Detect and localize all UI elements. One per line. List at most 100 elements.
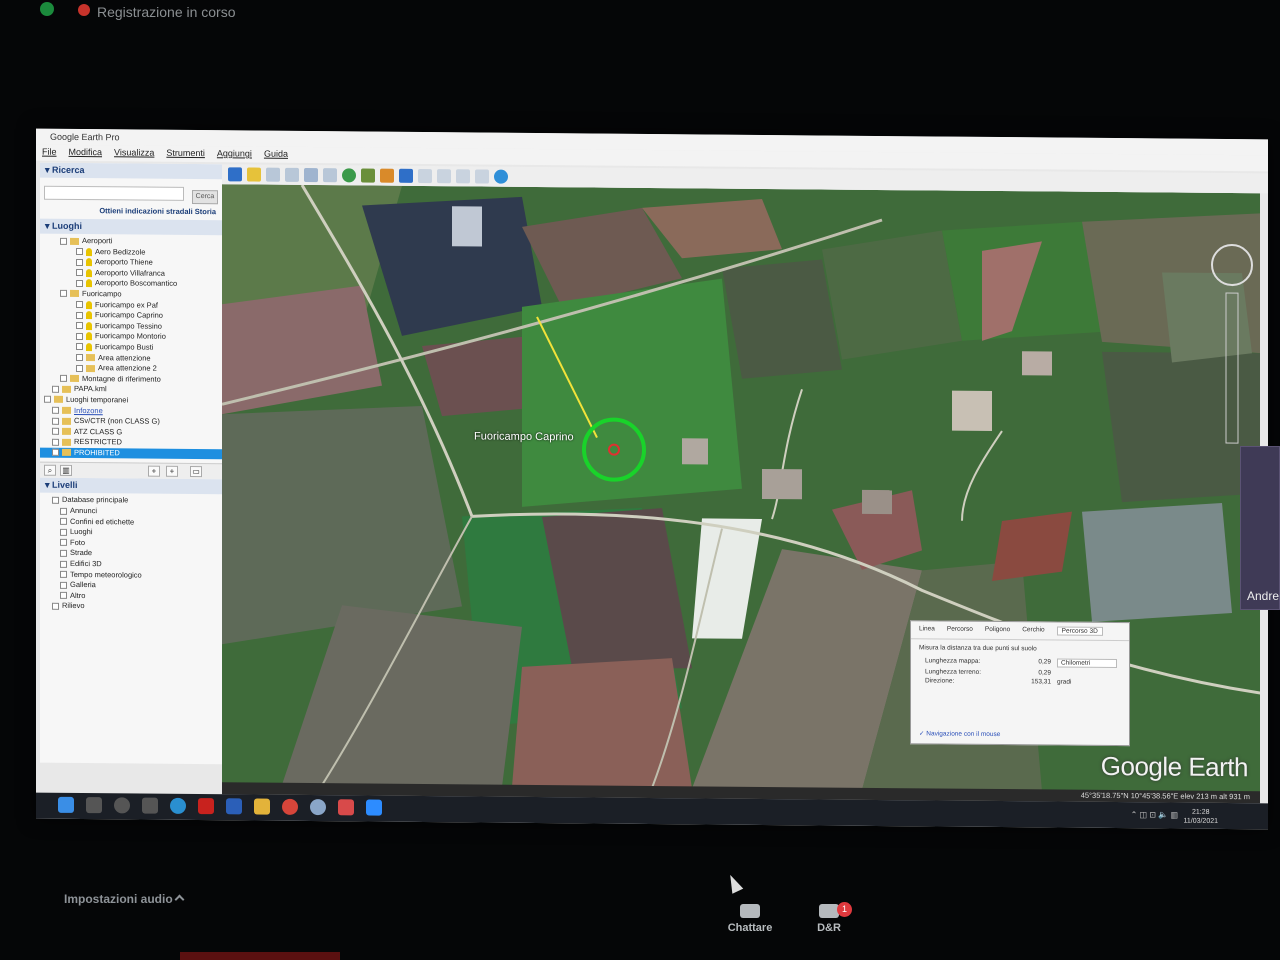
checkbox[interactable]: [60, 237, 67, 245]
search-icon[interactable]: [86, 797, 102, 814]
checkbox[interactable]: [60, 560, 67, 568]
path-tool-icon[interactable]: [285, 167, 299, 182]
start-icon[interactable]: [58, 796, 74, 813]
menu-guida[interactable]: Guida: [264, 149, 288, 161]
word-icon[interactable]: [226, 798, 242, 815]
checkbox[interactable]: [76, 354, 83, 362]
maps-icon[interactable]: [475, 169, 489, 184]
chrome-icon[interactable]: [282, 798, 298, 815]
sidebar-toggle-icon[interactable]: [228, 167, 242, 182]
checkbox[interactable]: [52, 385, 59, 393]
ruler-tab[interactable]: Percorso: [947, 626, 973, 635]
checkbox[interactable]: [60, 592, 67, 600]
edge-icon[interactable]: [170, 797, 186, 814]
unit-select[interactable]: Chilometri: [1057, 658, 1117, 669]
checkbox[interactable]: [76, 332, 83, 340]
ruler-icon[interactable]: [399, 168, 413, 183]
checkbox[interactable]: [60, 518, 67, 526]
checkbox[interactable]: [76, 364, 83, 372]
audio-settings-label[interactable]: Impostazioni audio: [64, 892, 173, 906]
taskbar-icons: [58, 796, 382, 816]
checkbox[interactable]: [52, 427, 59, 436]
panel-toggle-icon[interactable]: ▥: [60, 465, 72, 477]
save-image-icon[interactable]: [456, 169, 470, 184]
checkbox[interactable]: [52, 438, 59, 446]
chevron-up-icon[interactable]: [174, 894, 185, 905]
map-view[interactable]: Fuoricampo Caprino Google Earth Linea Per…: [222, 184, 1260, 794]
placemark-label[interactable]: Fuoricampo Caprino: [474, 430, 574, 443]
checkbox[interactable]: [60, 528, 67, 536]
tour-tool-icon[interactable]: [323, 168, 337, 183]
menu-aggiungi[interactable]: Aggiungi: [217, 148, 252, 160]
checkbox[interactable]: [76, 269, 83, 277]
ruler-tab[interactable]: Linea: [919, 625, 935, 634]
add-icon[interactable]: +: [148, 466, 160, 478]
earth-icon[interactable]: [494, 169, 508, 184]
chat-button[interactable]: Chattare: [722, 904, 778, 934]
checkbox[interactable]: [60, 581, 67, 589]
ruler-tab[interactable]: Cerchio: [1022, 626, 1044, 635]
globe-icon[interactable]: [342, 168, 356, 183]
checkbox[interactable]: [52, 496, 59, 504]
ruler-tab[interactable]: Percorso 3D: [1056, 626, 1103, 636]
placemark-tool-icon[interactable]: [247, 167, 261, 182]
task-view-icon[interactable]: [142, 797, 158, 814]
checkbox[interactable]: [60, 539, 67, 547]
search-panel-header[interactable]: ▾ Ricerca: [40, 162, 222, 180]
email-icon[interactable]: [418, 168, 432, 184]
search-links[interactable]: Ottieni indicazioni stradali Storia: [40, 202, 222, 221]
add-folder-icon[interactable]: +: [166, 466, 178, 478]
menu-modifica[interactable]: Modifica: [69, 147, 103, 159]
checkbox[interactable]: [76, 301, 83, 309]
search-button[interactable]: Cerca: [192, 189, 218, 205]
overlay-tool-icon[interactable]: [304, 167, 318, 183]
print-icon[interactable]: [437, 169, 451, 184]
sidebar: ▾ Ricerca Cerca Ottieni indicazioni stra…: [40, 162, 222, 765]
checkbox[interactable]: [76, 248, 83, 256]
qa-button[interactable]: D&R 1: [806, 902, 852, 934]
checkbox[interactable]: [52, 406, 59, 414]
acrobat-icon[interactable]: [198, 798, 214, 815]
checkbox[interactable]: [76, 279, 83, 287]
taskbar-clock[interactable]: 21:28 11/03/2021: [1183, 808, 1218, 826]
sunlight-icon[interactable]: [361, 168, 375, 183]
tour-icon[interactable]: ▭: [190, 466, 202, 478]
checkbox[interactable]: [52, 602, 59, 610]
search-places-icon[interactable]: ⌕: [44, 465, 56, 477]
participant-tile[interactable]: Andre: [1240, 446, 1280, 610]
search-input[interactable]: [44, 185, 184, 201]
checkbox[interactable]: [60, 570, 67, 579]
menu-visualizza[interactable]: Visualizza: [114, 147, 154, 159]
pushpin-icon: [86, 332, 92, 341]
checkbox[interactable]: [76, 311, 83, 319]
places-panel-header[interactable]: ▾ Luoghi: [40, 218, 222, 236]
polygon-tool-icon[interactable]: [266, 167, 280, 182]
system-tray[interactable]: ⌃ ◫ ⊡ 🔈 ▥: [1131, 810, 1178, 819]
planet-icon[interactable]: [380, 168, 394, 183]
mouse-navigation-checkbox[interactable]: ✓ Navigazione con il mouse: [919, 729, 1000, 738]
checkbox[interactable]: [76, 343, 83, 351]
zoom-icon[interactable]: [366, 799, 382, 816]
menu-file[interactable]: File: [42, 147, 57, 159]
paint-icon[interactable]: [338, 799, 354, 816]
layers-panel-header[interactable]: ▾ Livelli: [40, 478, 222, 495]
checkbox[interactable]: [76, 258, 83, 266]
shield-icon: [40, 2, 54, 16]
checkbox[interactable]: [52, 449, 59, 457]
checkbox[interactable]: [60, 375, 67, 383]
google-earth-icon[interactable]: [310, 799, 326, 816]
checkbox[interactable]: [60, 290, 67, 298]
layer-item[interactable]: Rilievo: [40, 601, 222, 613]
ruler-tab[interactable]: Poligono: [985, 626, 1010, 635]
checkbox[interactable]: [76, 322, 83, 330]
checkbox[interactable]: [44, 396, 51, 404]
pushpin-icon: [86, 268, 92, 277]
checkbox[interactable]: [60, 549, 67, 557]
checkbox[interactable]: [60, 507, 67, 515]
file-explorer-icon[interactable]: [254, 798, 270, 815]
place-item[interactable]: PROHIBITED: [40, 447, 222, 460]
places-tools: ⌕ ▥ + + ▭: [40, 462, 222, 480]
menu-strumenti[interactable]: Strumenti: [166, 148, 205, 160]
checkbox[interactable]: [52, 417, 59, 425]
cortana-icon[interactable]: [114, 797, 130, 814]
